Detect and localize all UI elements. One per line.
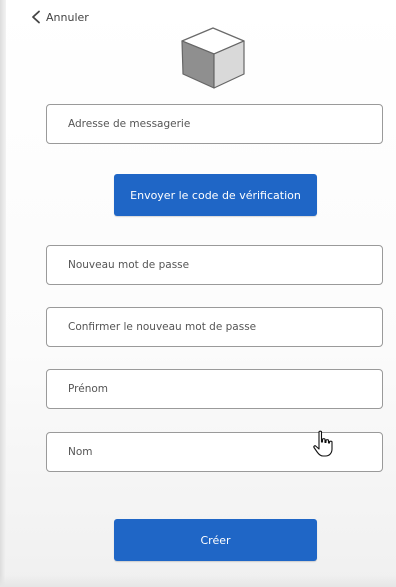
first-name-placeholder: Prénom [68,383,109,395]
window-bottom-edge [0,575,396,587]
create-label: Créer [200,533,231,547]
chevron-left-icon [32,10,40,24]
confirm-password-placeholder: Confirmer le nouveau mot de passe [68,321,257,333]
cancel-link[interactable]: Annuler [30,10,89,24]
new-password-placeholder: Nouveau mot de passe [68,259,190,271]
confirm-password-field[interactable]: Confirmer le nouveau mot de passe [46,307,383,347]
first-name-field[interactable]: Prénom [46,369,383,409]
last-name-placeholder: Nom [68,446,93,458]
cube-logo-icon [181,27,245,89]
email-field[interactable]: Adresse de messagerie [46,104,383,144]
create-button[interactable]: Créer [114,519,317,561]
send-verification-code-button[interactable]: Envoyer le code de vérification [114,174,317,216]
cancel-label: Annuler [46,10,89,24]
hand-pointer-icon [313,430,333,457]
email-placeholder: Adresse de messagerie [68,118,191,130]
window-left-edge [0,0,6,587]
send-verification-code-label: Envoyer le code de vérification [130,188,301,202]
new-password-field[interactable]: Nouveau mot de passe [46,245,383,285]
